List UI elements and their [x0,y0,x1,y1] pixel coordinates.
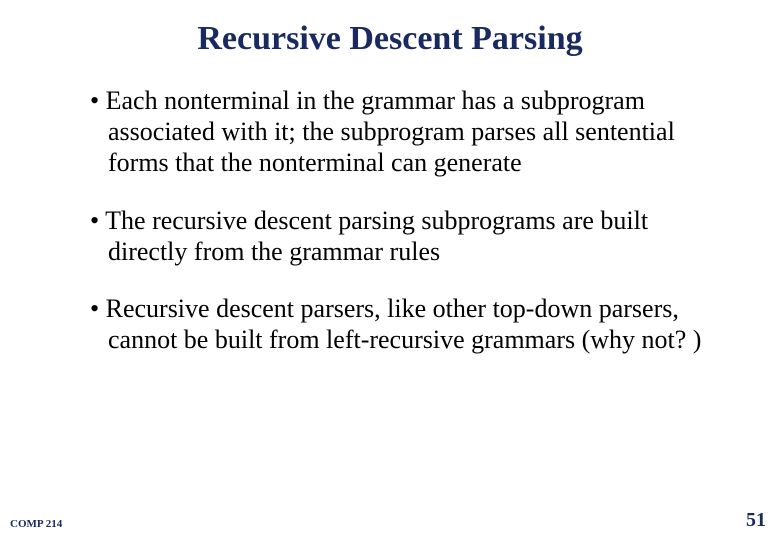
bullet-item: The recursive descent parsing subprogram… [90,205,720,267]
slide-title: Recursive Descent Parsing [0,20,780,58]
slide-body: Each nonterminal in the grammar has a su… [90,85,720,381]
slide: Recursive Descent Parsing Each nontermin… [0,0,780,540]
bullet-item: Recursive descent parsers, like other to… [90,293,720,355]
bullet-item: Each nonterminal in the grammar has a su… [90,85,720,179]
footer-page-number: 51 [746,509,766,532]
footer-course-code: COMP 214 [10,518,62,530]
